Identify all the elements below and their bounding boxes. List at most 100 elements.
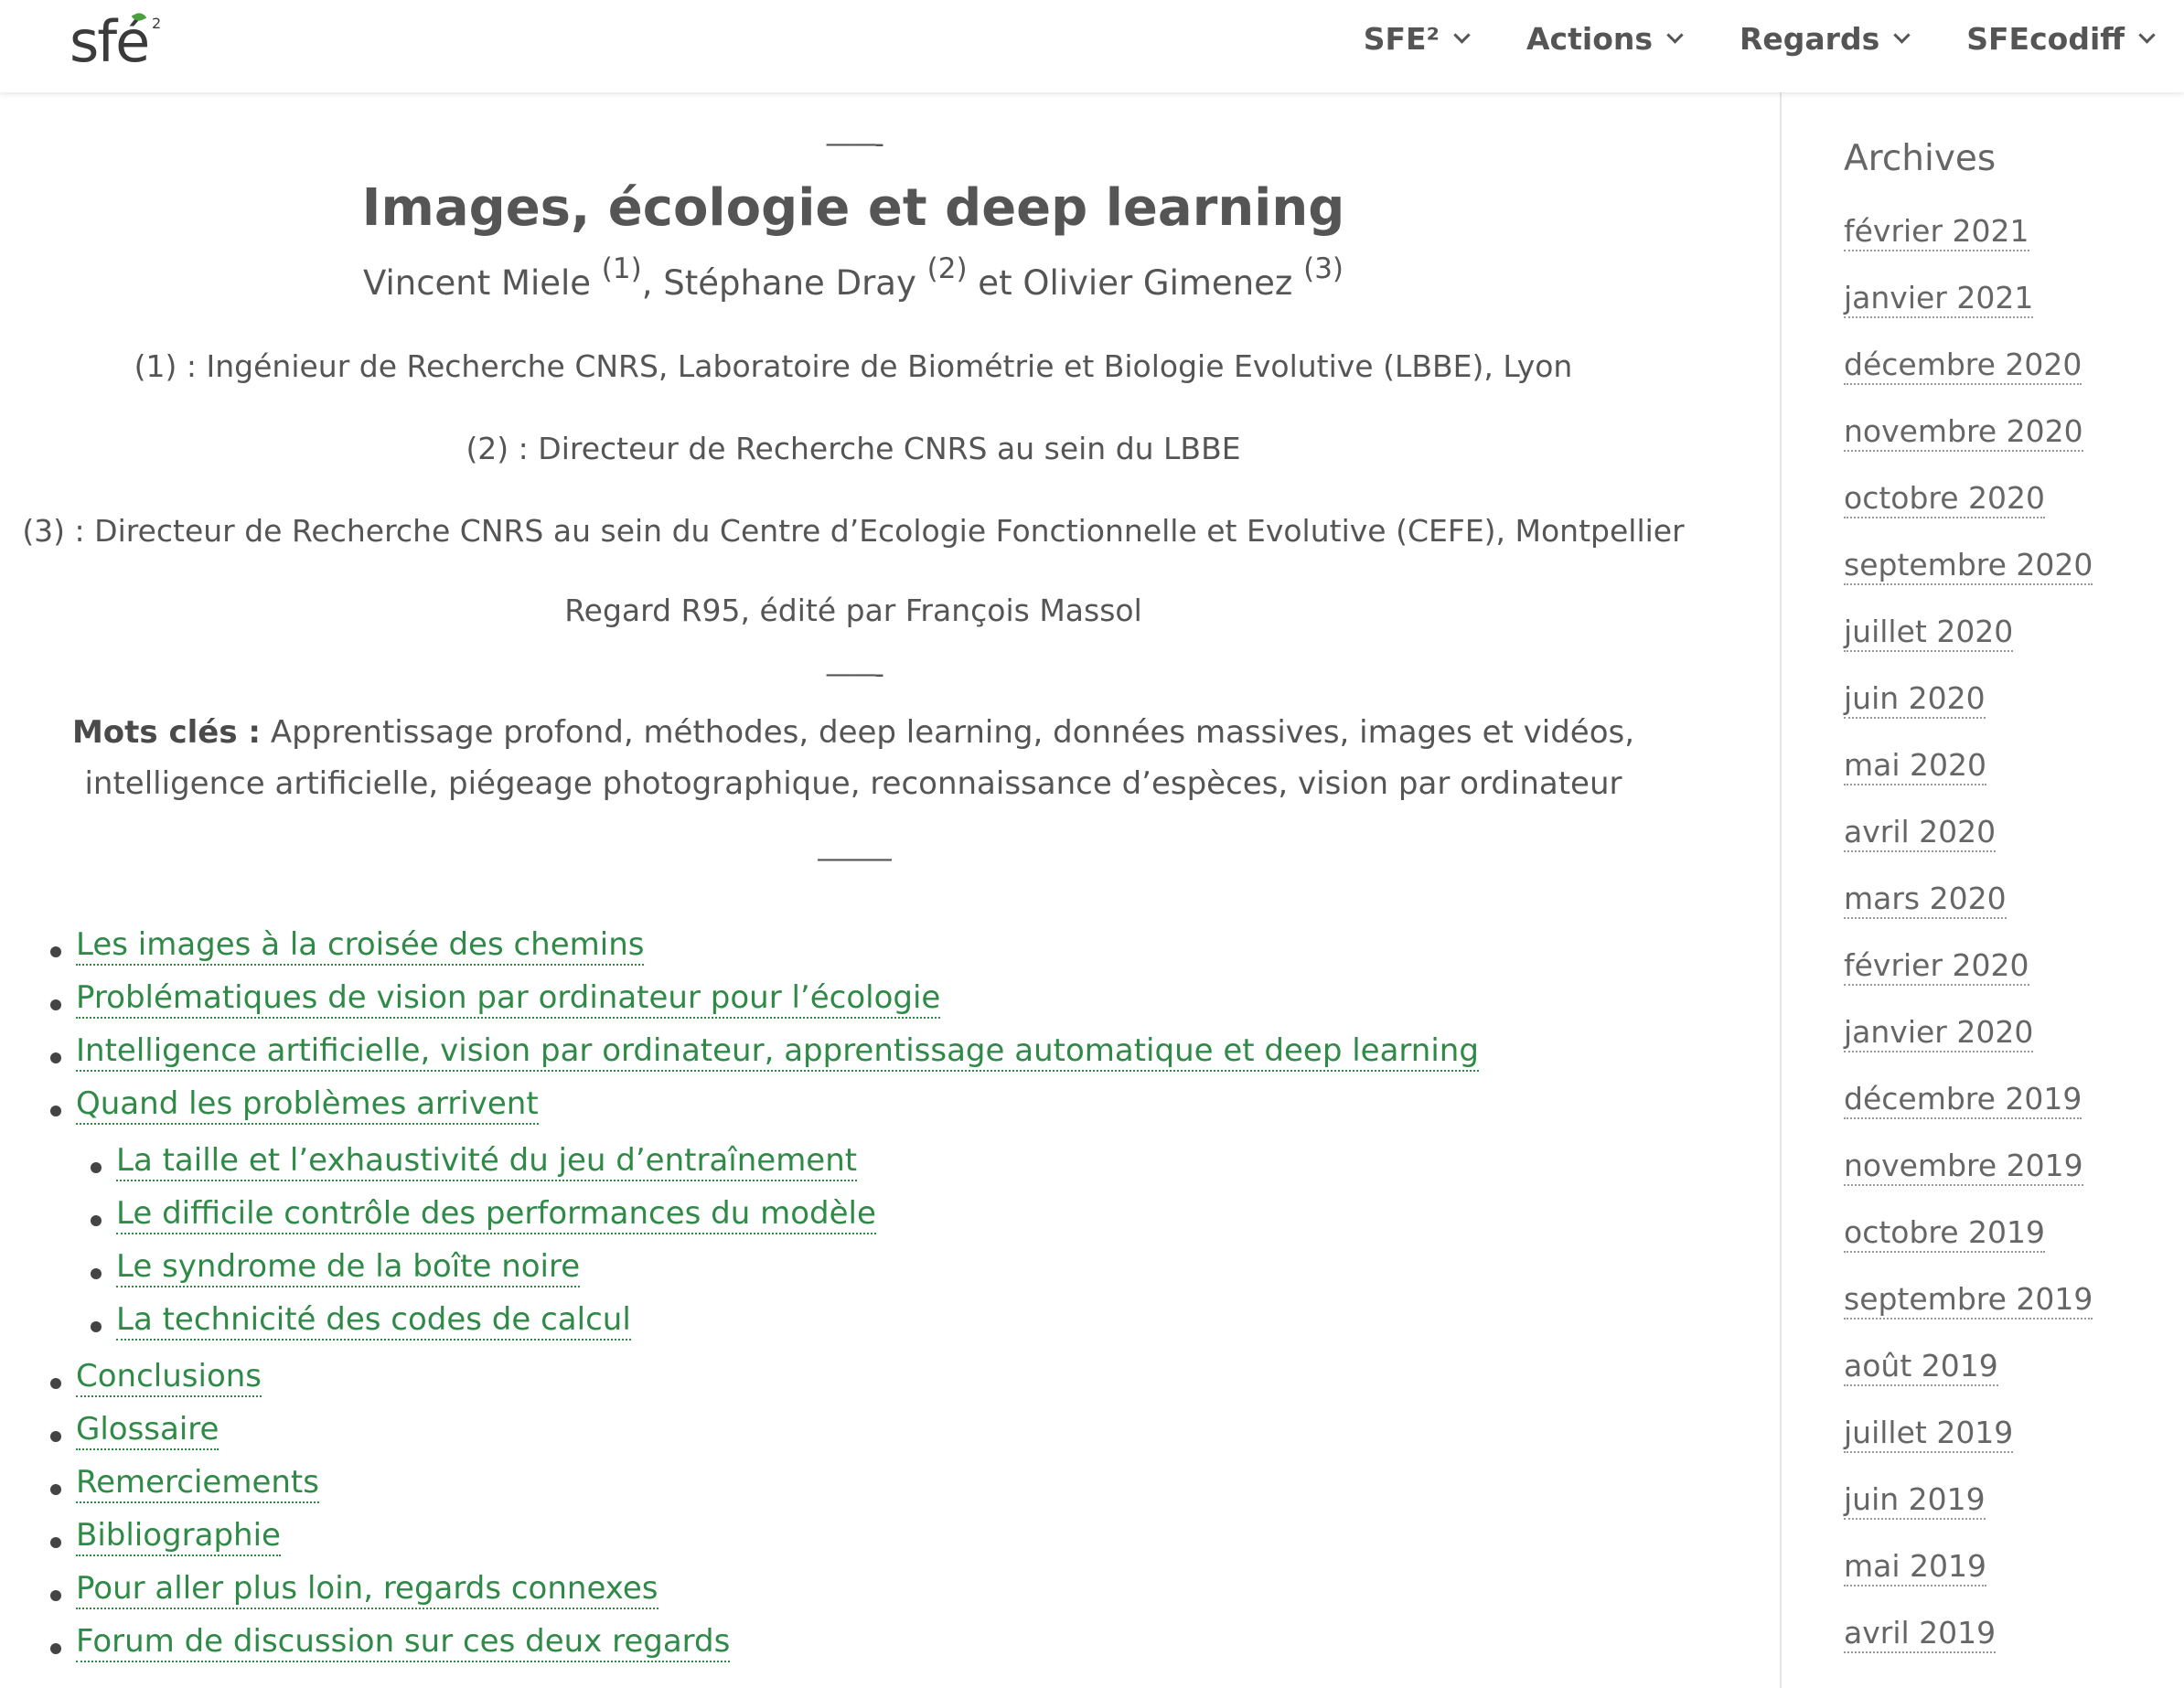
chevron-down-icon — [1666, 26, 1684, 44]
archive-link[interactable]: avril 2020 — [1844, 814, 1997, 852]
affiliation-3: (3) : Directeur de Recherche CNRS au sei… — [22, 513, 1685, 549]
toc-link[interactable]: Intelligence artificielle, vision par or… — [76, 1032, 1479, 1072]
archive-link[interactable]: juin 2019 — [1844, 1481, 1986, 1520]
nav-label: Regards — [1740, 20, 1880, 57]
bullet-icon — [50, 1590, 61, 1601]
main-nav: SFE² Actions Regards SFEcodiff — [1364, 0, 2184, 77]
archives-title: Archives — [1844, 138, 1997, 179]
editor-line: Regard R95, édité par François Massol — [564, 593, 1142, 628]
archive-link[interactable]: novembre 2020 — [1844, 413, 2083, 452]
nav-item-actions[interactable]: Actions — [1526, 21, 1684, 57]
toc-link[interactable]: La taille et l’exhaustivité du jeu d’ent… — [116, 1142, 858, 1181]
archive-item: juillet 2020 — [1844, 614, 2014, 652]
archive-link[interactable]: décembre 2020 — [1844, 347, 2082, 385]
bullet-icon — [50, 1643, 61, 1654]
toc-link[interactable]: Remerciements — [76, 1464, 319, 1503]
toc-item: Pour aller plus loin, regards connexes — [50, 1570, 658, 1609]
separator: ——- — [825, 128, 884, 160]
nav-item-regards[interactable]: Regards — [1740, 20, 1911, 57]
toc-link[interactable]: Bibliographie — [76, 1517, 281, 1556]
author-name: Vincent Miele — [362, 263, 602, 303]
toc-subitem: La taille et l’exhaustivité du jeu d’ent… — [91, 1142, 858, 1181]
toc-item: Bibliographie — [50, 1517, 281, 1556]
archive-link[interactable]: octobre 2020 — [1844, 480, 2046, 518]
bullet-icon — [50, 946, 61, 957]
archive-item: octobre 2019 — [1844, 1214, 2046, 1253]
toc-item: Forum de discussion sur ces deux regards — [50, 1623, 731, 1662]
affiliation-marker: (3) — [1303, 252, 1344, 285]
archive-item: février 2021 — [1844, 213, 2029, 251]
affiliation-marker: (2) — [926, 252, 968, 285]
archive-link[interactable]: janvier 2020 — [1844, 1014, 2034, 1052]
toc-link[interactable]: Les images à la croisée des chemins — [76, 926, 645, 966]
article-authors: Vincent Miele (1), Stéphane Dray (2) et … — [0, 252, 1707, 303]
toc-subitem: Le syndrome de la boîte noire — [91, 1248, 581, 1287]
archive-link[interactable]: mai 2019 — [1844, 1548, 1987, 1587]
archive-link[interactable]: août 2019 — [1844, 1348, 1998, 1386]
archive-item: septembre 2019 — [1844, 1281, 2093, 1319]
chevron-down-icon — [2138, 26, 2156, 44]
bullet-icon — [91, 1321, 102, 1332]
toc-link[interactable]: Le difficile contrôle des performances d… — [116, 1195, 876, 1234]
archive-link[interactable]: mars 2020 — [1844, 881, 2007, 919]
chevron-down-icon — [1453, 26, 1471, 44]
archive-item: novembre 2019 — [1844, 1148, 2083, 1186]
bullet-icon — [91, 1162, 102, 1173]
toc-item: Problématiques de vision par ordinateur … — [50, 979, 941, 1019]
toc-link[interactable]: Quand les problèmes arrivent — [76, 1085, 539, 1125]
toc-item: Quand les problèmes arrivent — [50, 1085, 539, 1125]
archive-link[interactable]: novembre 2019 — [1844, 1148, 2083, 1186]
site-header: sfé 2 SFE² Actions Regards SFEcodiff — [0, 0, 2184, 92]
archive-item: décembre 2020 — [1844, 347, 2082, 385]
archive-item: février 2020 — [1844, 947, 2029, 986]
archive-item: janvier 2021 — [1844, 280, 2034, 318]
archive-link[interactable]: janvier 2021 — [1844, 280, 2034, 318]
toc-link[interactable]: Le syndrome de la boîte noire — [116, 1248, 581, 1287]
archive-link[interactable]: décembre 2019 — [1844, 1081, 2082, 1119]
archive-item: janvier 2020 — [1844, 1014, 2034, 1052]
bullet-icon — [50, 999, 61, 1010]
toc-link[interactable]: Glossaire — [76, 1411, 219, 1450]
archive-link[interactable]: septembre 2019 — [1844, 1281, 2093, 1319]
toc-link[interactable]: La technicité des codes de calcul — [116, 1301, 631, 1341]
archive-link[interactable]: mai 2020 — [1844, 747, 1987, 785]
site-logo[interactable]: sfé 2 — [70, 5, 170, 79]
archive-link[interactable]: juillet 2019 — [1844, 1415, 2014, 1453]
author-name: et Olivier Gimenez — [967, 263, 1304, 303]
nav-label: SFE² — [1363, 20, 1440, 57]
toc-item: Glossaire — [50, 1411, 219, 1450]
archive-link[interactable]: juillet 2020 — [1844, 614, 2014, 652]
bullet-icon — [50, 1537, 61, 1548]
toc-subitem: Le difficile contrôle des performances d… — [91, 1195, 876, 1234]
archive-link[interactable]: juin 2020 — [1844, 680, 1986, 719]
bullet-icon — [91, 1215, 102, 1226]
toc-item: Les images à la croisée des chemins — [50, 926, 645, 966]
archive-link[interactable]: février 2021 — [1844, 213, 2029, 251]
toc-link[interactable]: Conclusions — [76, 1358, 262, 1397]
archive-item: novembre 2020 — [1844, 413, 2083, 452]
archive-item: avril 2020 — [1844, 814, 1997, 852]
affiliation-marker: (1) — [601, 252, 642, 285]
archive-link[interactable]: février 2020 — [1844, 947, 2029, 986]
archive-link[interactable]: septembre 2020 — [1844, 547, 2093, 585]
archive-link[interactable]: avril 2019 — [1844, 1615, 1997, 1653]
bullet-icon — [50, 1378, 61, 1389]
bullet-icon — [50, 1431, 61, 1442]
nav-item-sfe2[interactable]: SFE² — [1363, 20, 1471, 57]
archive-link[interactable]: octobre 2019 — [1844, 1214, 2046, 1253]
toc-item: Remerciements — [50, 1464, 319, 1503]
toc-link[interactable]: Problématiques de vision par ordinateur … — [76, 979, 941, 1019]
toc-link[interactable]: Forum de discussion sur ces deux regards — [76, 1623, 731, 1662]
article-title: Images, écologie et deep learning — [361, 178, 1345, 238]
toc-link[interactable]: Pour aller plus loin, regards connexes — [76, 1570, 658, 1609]
archive-item: mai 2020 — [1844, 747, 1987, 785]
separator: ——— — [816, 843, 894, 875]
bullet-icon — [50, 1106, 61, 1116]
logo-superscript: 2 — [152, 15, 162, 32]
author-name: , Stéphane Dray — [641, 263, 927, 303]
archive-item: juin 2019 — [1844, 1481, 1986, 1520]
nav-item-sfecodiff[interactable]: SFEcodiff — [1966, 21, 2156, 57]
archive-item: mai 2019 — [1844, 1548, 1987, 1587]
bullet-icon — [91, 1268, 102, 1279]
separator: ——- — [825, 658, 884, 690]
